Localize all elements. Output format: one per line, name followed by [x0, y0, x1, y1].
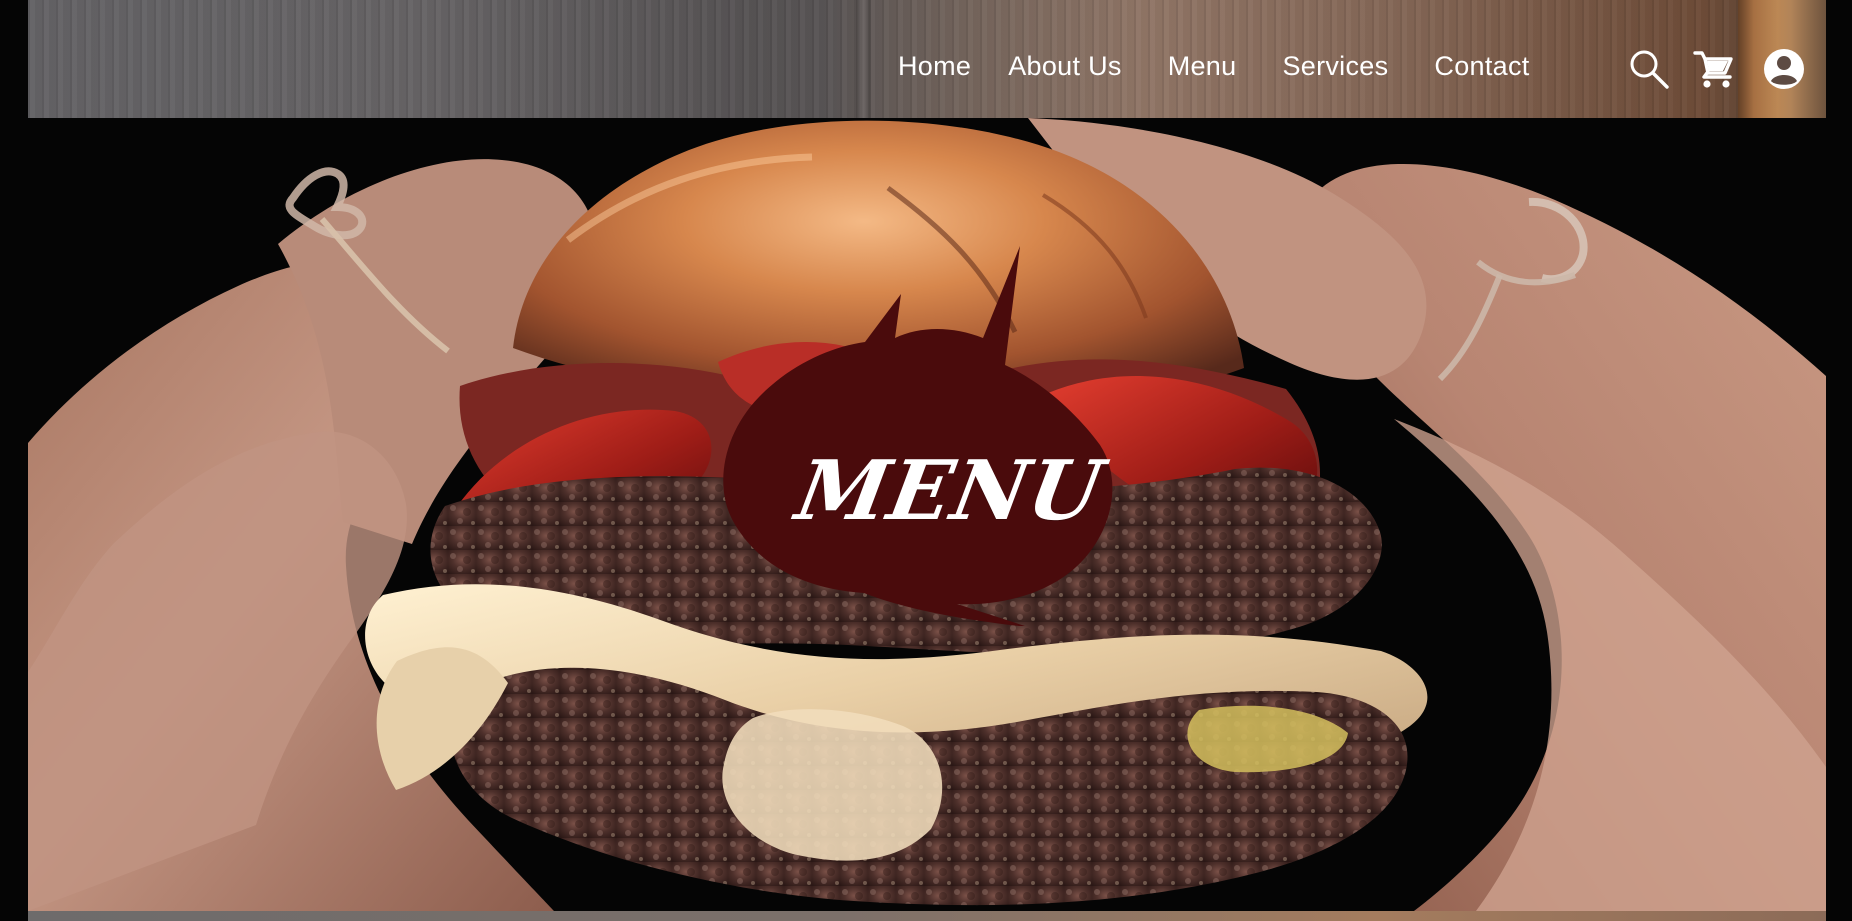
site-frame: Home About Us Menu Services Contact MENU [28, 0, 1826, 921]
menu-speech-badge[interactable]: MENU [718, 246, 1128, 626]
bottom-wood-strip [28, 911, 1826, 921]
nav-about-us-link[interactable]: About Us [1008, 52, 1121, 80]
speech-bubble-shape [723, 246, 1113, 626]
header-wood-seam [856, 0, 871, 118]
search-button[interactable] [1628, 48, 1670, 90]
main-navigation: Home About Us Menu Services Contact [898, 46, 1530, 86]
menu-badge-label: MENU [789, 443, 1111, 539]
account-icon [1764, 49, 1804, 89]
nav-menu-link[interactable]: Menu [1168, 52, 1237, 80]
nav-contact-link[interactable]: Contact [1434, 52, 1529, 80]
nav-home-link[interactable]: Home [898, 52, 971, 80]
cart-icon [1693, 51, 1733, 88]
cart-button[interactable] [1692, 48, 1736, 90]
top-navigation: Home About Us Menu Services Contact [28, 0, 1826, 118]
page: Home About Us Menu Services Contact MENU [0, 0, 1852, 921]
search-icon [1630, 50, 1669, 89]
nav-services-link[interactable]: Services [1282, 52, 1388, 80]
account-button[interactable] [1763, 48, 1805, 90]
hero-section: MENU [28, 118, 1826, 911]
